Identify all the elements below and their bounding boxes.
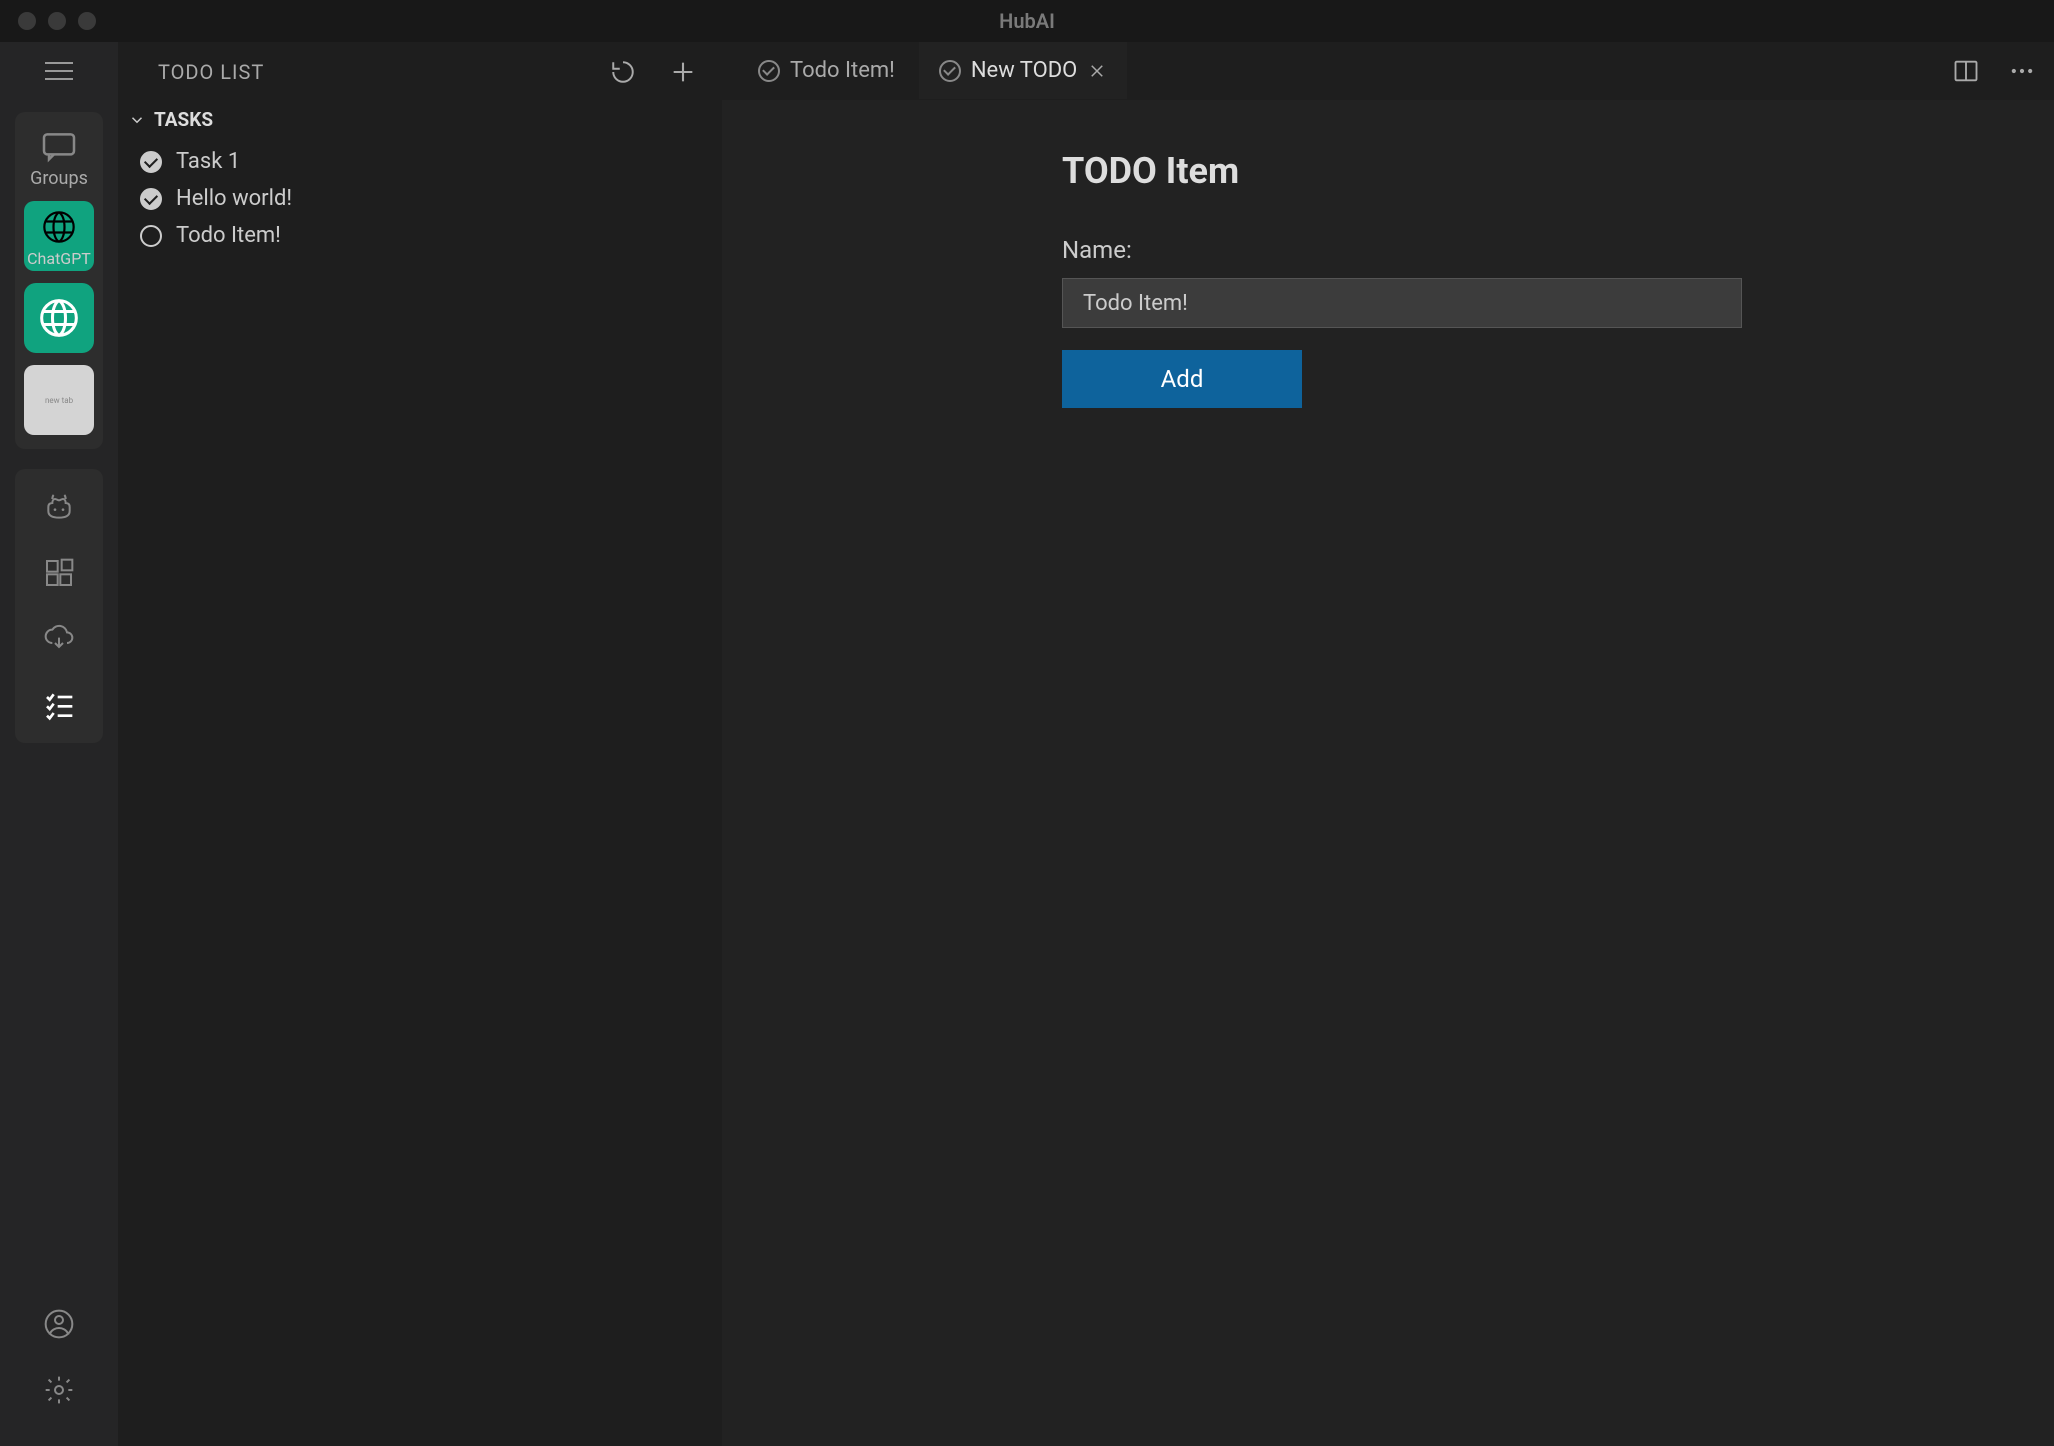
chatgpt-icon — [33, 292, 85, 344]
tab-todo-item[interactable]: Todo Item! — [738, 42, 915, 99]
hamburger-menu-button[interactable] — [41, 56, 77, 86]
tasks-section-title: TASKS — [154, 108, 213, 131]
check-circle-icon — [939, 60, 961, 82]
activity-bar: Groups ChatGPT new tab — [0, 42, 118, 1446]
tasks-section-header[interactable]: TASKS — [118, 102, 721, 137]
chatgpt-icon — [37, 205, 81, 249]
ellipsis-icon — [2008, 57, 2036, 85]
download-button[interactable] — [43, 623, 75, 655]
task-checkbox[interactable] — [140, 188, 162, 210]
close-icon — [1088, 62, 1106, 80]
task-row[interactable]: Hello world! — [118, 180, 721, 217]
sidebar-title: TODO LIST — [158, 60, 264, 84]
task-label: Todo Item! — [176, 223, 281, 248]
activity-group-top: Groups ChatGPT new tab — [15, 112, 103, 449]
task-row[interactable]: Task 1 — [118, 143, 721, 180]
gear-icon — [43, 1370, 75, 1410]
split-editor-button[interactable] — [1950, 55, 1982, 87]
extensions-button[interactable] — [43, 557, 75, 589]
more-actions-button[interactable] — [2006, 55, 2038, 87]
maximize-window-button[interactable] — [78, 12, 96, 30]
github-icon — [43, 487, 75, 527]
name-input[interactable] — [1062, 278, 1742, 328]
activity-group-tools — [15, 469, 103, 743]
task-label: Task 1 — [176, 149, 240, 174]
tab-close-button[interactable] — [1087, 61, 1107, 81]
check-circle-icon — [758, 60, 780, 82]
form-heading: TODO Item — [1062, 150, 2054, 192]
sidebar-panel: TODO LIST TASKS Task 1 Hello world! — [118, 42, 722, 1446]
refresh-button[interactable] — [607, 56, 639, 88]
window-controls — [18, 12, 96, 30]
chatgpt-label: ChatGPT — [27, 249, 91, 268]
tab-bar: Todo Item! New TODO — [722, 42, 2054, 100]
task-label: Hello world! — [176, 186, 292, 211]
chat-icon — [39, 126, 79, 166]
app-tile-chatgpt[interactable]: ChatGPT — [24, 201, 94, 271]
activity-bottom — [43, 1288, 75, 1426]
title-bar: HubAI — [0, 0, 2054, 42]
tab-new-todo[interactable]: New TODO — [919, 42, 1127, 99]
task-checkbox[interactable] — [140, 225, 162, 247]
app-tile-newtab[interactable]: new tab — [24, 365, 94, 435]
user-icon — [43, 1304, 75, 1344]
editor-content: TODO Item Name: Add — [722, 100, 2054, 1446]
window-title: HubAI — [999, 9, 1055, 33]
newtab-label: new tab — [45, 396, 73, 405]
tab-label: Todo Item! — [790, 58, 895, 83]
task-list: Task 1 Hello world! Todo Item! — [118, 137, 721, 260]
split-icon — [1952, 57, 1980, 85]
minimize-window-button[interactable] — [48, 12, 66, 30]
settings-button[interactable] — [43, 1374, 75, 1406]
close-window-button[interactable] — [18, 12, 36, 30]
add-button[interactable]: Add — [1062, 350, 1302, 408]
github-button[interactable] — [43, 491, 75, 523]
add-button[interactable] — [667, 56, 699, 88]
chevron-down-icon — [128, 111, 146, 129]
refresh-icon — [610, 59, 636, 85]
activity-groups[interactable]: Groups — [23, 126, 95, 189]
name-label: Name: — [1062, 236, 2054, 264]
app-tile-chatgpt-alt[interactable] — [24, 283, 94, 353]
task-checkbox[interactable] — [140, 151, 162, 173]
cloud-download-icon — [43, 619, 75, 659]
account-button[interactable] — [43, 1308, 75, 1340]
tab-label: New TODO — [971, 58, 1077, 83]
sidebar-header: TODO LIST — [118, 42, 721, 102]
extensions-icon — [43, 553, 75, 593]
editor-area: Todo Item! New TODO TODO Item Name: — [722, 42, 2054, 1446]
todo-list-button[interactable] — [43, 689, 75, 721]
task-row[interactable]: Todo Item! — [118, 217, 721, 254]
activity-groups-label: Groups — [30, 168, 88, 189]
plus-icon — [669, 58, 697, 86]
checklist-icon — [43, 685, 75, 725]
